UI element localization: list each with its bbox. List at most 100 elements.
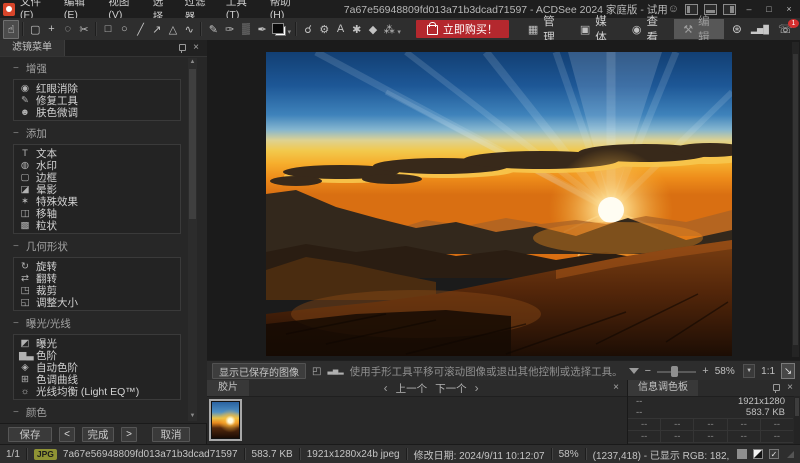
polygon-tool[interactable]: △ xyxy=(165,20,181,39)
tab-view[interactable]: ◉ 查看 xyxy=(623,19,672,39)
info-palette-scrollbar[interactable] xyxy=(794,396,800,444)
canvas-scrollbar-thumb[interactable] xyxy=(793,54,798,345)
cancel-button[interactable]: 取消 xyxy=(152,427,190,442)
shapes-tool[interactable]: ⁂ xyxy=(381,20,397,39)
zoom-fit-caret-icon[interactable] xyxy=(629,368,639,374)
scroll-down-icon[interactable]: ▼ xyxy=(188,412,197,421)
collapse-icon[interactable]: − xyxy=(13,407,19,418)
tab-edit[interactable]: ⚒ 编辑 xyxy=(674,19,724,39)
hand-tool[interactable]: ☝ xyxy=(3,20,19,39)
effects-tool[interactable]: ✱ xyxy=(349,20,365,39)
info-scrollbar-thumb[interactable] xyxy=(795,398,799,416)
settings-tool[interactable]: ⚙ xyxy=(316,20,332,39)
rectangle-tool[interactable]: □ xyxy=(100,20,116,39)
section-exposure[interactable]: − 曝光/光线 xyxy=(13,316,207,331)
section-color[interactable]: − 颜色 xyxy=(13,405,207,420)
pin-icon[interactable] xyxy=(772,384,779,393)
filter-light-eq[interactable]: ☼光线均衡 (Light EQ™) xyxy=(14,385,180,397)
previous-image-button[interactable]: < xyxy=(59,427,75,442)
brush-tool[interactable]: ✎ xyxy=(205,20,221,39)
collapse-icon[interactable]: − xyxy=(13,128,19,139)
close-filmstrip-icon[interactable]: × xyxy=(613,383,627,393)
pen-tool[interactable]: ✑ xyxy=(221,20,237,39)
zoom-slider[interactable] xyxy=(657,366,696,377)
curve-tool[interactable]: ∿ xyxy=(181,20,197,39)
marquee-tool[interactable]: ▢ xyxy=(27,20,43,39)
lasso-tool[interactable]: ◌ xyxy=(60,20,76,39)
arrow-tool[interactable]: ↗ xyxy=(149,20,165,39)
show-saved-image-button[interactable]: 显示已保存的图像 xyxy=(212,363,306,379)
solid-swatch-icon[interactable] xyxy=(737,449,747,459)
done-button[interactable]: 完成 xyxy=(82,427,114,442)
ellipse-tool[interactable]: ○ xyxy=(116,20,132,39)
eyedropper-tool[interactable]: ✒ xyxy=(254,20,270,39)
scrollbar-thumb[interactable] xyxy=(189,69,196,219)
filmstrip-panel: 胶片 ‹ 上一个 下一个 › × xyxy=(207,380,628,445)
info-palette-tab[interactable]: 信息调色板 xyxy=(628,380,698,396)
filmstrip-thumbnail[interactable] xyxy=(209,399,242,441)
save-button[interactable]: 保存 xyxy=(8,427,52,442)
filter-grain[interactable]: ▩粒状 xyxy=(14,219,180,231)
vignette-icon: ◪ xyxy=(19,184,31,195)
pin-icon[interactable] xyxy=(178,44,185,53)
collapse-icon[interactable]: − xyxy=(13,63,19,74)
resize-grip[interactable] xyxy=(787,451,794,458)
notifications-icon[interactable]: ☏ 1 xyxy=(778,23,793,36)
canvas-scrollbar[interactable] xyxy=(792,42,799,357)
next-image-button[interactable]: > xyxy=(121,427,137,442)
tools-caret-icon[interactable]: ▾ xyxy=(397,28,401,36)
swatch-caret-icon[interactable]: ▾ xyxy=(288,28,292,36)
chevron-left-icon[interactable]: ‹ xyxy=(384,381,388,395)
chevron-right-icon[interactable]: › xyxy=(475,381,479,395)
buy-now-button[interactable]: 立即购买！ xyxy=(416,20,509,38)
section-enhance[interactable]: − 增强 xyxy=(13,61,207,76)
zoom-preset-dropdown[interactable]: ▼ xyxy=(743,364,755,378)
previous-button[interactable]: 上一个 xyxy=(396,381,428,396)
zoom-in-icon[interactable]: + xyxy=(702,365,708,377)
section-exposure-box: ◩曝光 ▆▃色阶 ◈自动色阶 ⊞色调曲线 ☼光线均衡 (Light EQ™) xyxy=(13,334,181,400)
collapse-icon[interactable]: − xyxy=(13,318,19,329)
histogram-icon[interactable]: ▃▅▂ xyxy=(327,367,343,375)
dashboard-chart-icon[interactable]: ▂▅█ xyxy=(751,25,769,34)
contrast-swatch-icon[interactable] xyxy=(753,449,763,459)
user-account-icon[interactable]: ☺ xyxy=(668,4,679,15)
acdsee-365-icon[interactable]: ⊛ xyxy=(732,23,742,35)
next-button[interactable]: 下一个 xyxy=(435,381,467,396)
zoom-slider-knob[interactable] xyxy=(671,366,678,377)
maximize-button[interactable]: □ xyxy=(762,2,776,16)
fullscreen-expand-icon[interactable]: ◰ xyxy=(312,366,321,377)
close-info-palette-icon[interactable]: × xyxy=(787,383,793,393)
actual-size-button[interactable]: 1:1 xyxy=(761,366,775,377)
transform-tool[interactable]: + xyxy=(43,20,59,39)
filter-menu-tab[interactable]: 滤镜菜单 xyxy=(0,40,65,56)
pan-tool-button[interactable]: ↘ xyxy=(781,363,795,379)
tab-media[interactable]: ▣ 媒体 xyxy=(571,19,621,39)
filmstrip-tab[interactable]: 胶片 xyxy=(207,380,249,396)
minimize-button[interactable]: – xyxy=(742,2,756,16)
line-tool[interactable]: ╱ xyxy=(132,20,148,39)
color-swatch[interactable] xyxy=(272,23,285,36)
app-logo-icon[interactable] xyxy=(3,3,15,16)
image-canvas[interactable] xyxy=(207,40,800,360)
tab-manage[interactable]: ▦ 管理 xyxy=(519,19,569,39)
layout-split-left-icon[interactable] xyxy=(685,4,698,15)
fill-tool[interactable]: ◆ xyxy=(365,20,381,39)
section-add[interactable]: − 添加 xyxy=(13,126,207,141)
filter-skin-tune[interactable]: ☻肤色微调 xyxy=(14,106,180,118)
zoom-out-icon[interactable]: − xyxy=(645,365,651,377)
gradient-tool[interactable]: ▒ xyxy=(238,20,254,39)
close-button[interactable]: × xyxy=(782,2,796,16)
magnifier-tool[interactable]: ☌ xyxy=(300,20,316,39)
scroll-up-icon[interactable]: ▲ xyxy=(188,58,197,67)
scissors-tool[interactable]: ✂ xyxy=(76,20,92,39)
sunset-photo[interactable] xyxy=(266,52,732,356)
collapse-icon[interactable]: − xyxy=(13,241,19,252)
checkmark-icon[interactable]: ✓ xyxy=(769,449,779,459)
section-geometry[interactable]: − 几何形状 xyxy=(13,239,207,254)
text-tool[interactable]: A xyxy=(332,20,348,39)
filter-panel-scrollbar[interactable]: ▲ ▼ xyxy=(188,58,197,421)
toolbar-separator xyxy=(200,22,202,36)
close-panel-icon[interactable]: × xyxy=(193,43,199,53)
filter-resize[interactable]: ◱调整大小 xyxy=(14,296,180,308)
layout-split-right-icon[interactable] xyxy=(723,4,736,15)
